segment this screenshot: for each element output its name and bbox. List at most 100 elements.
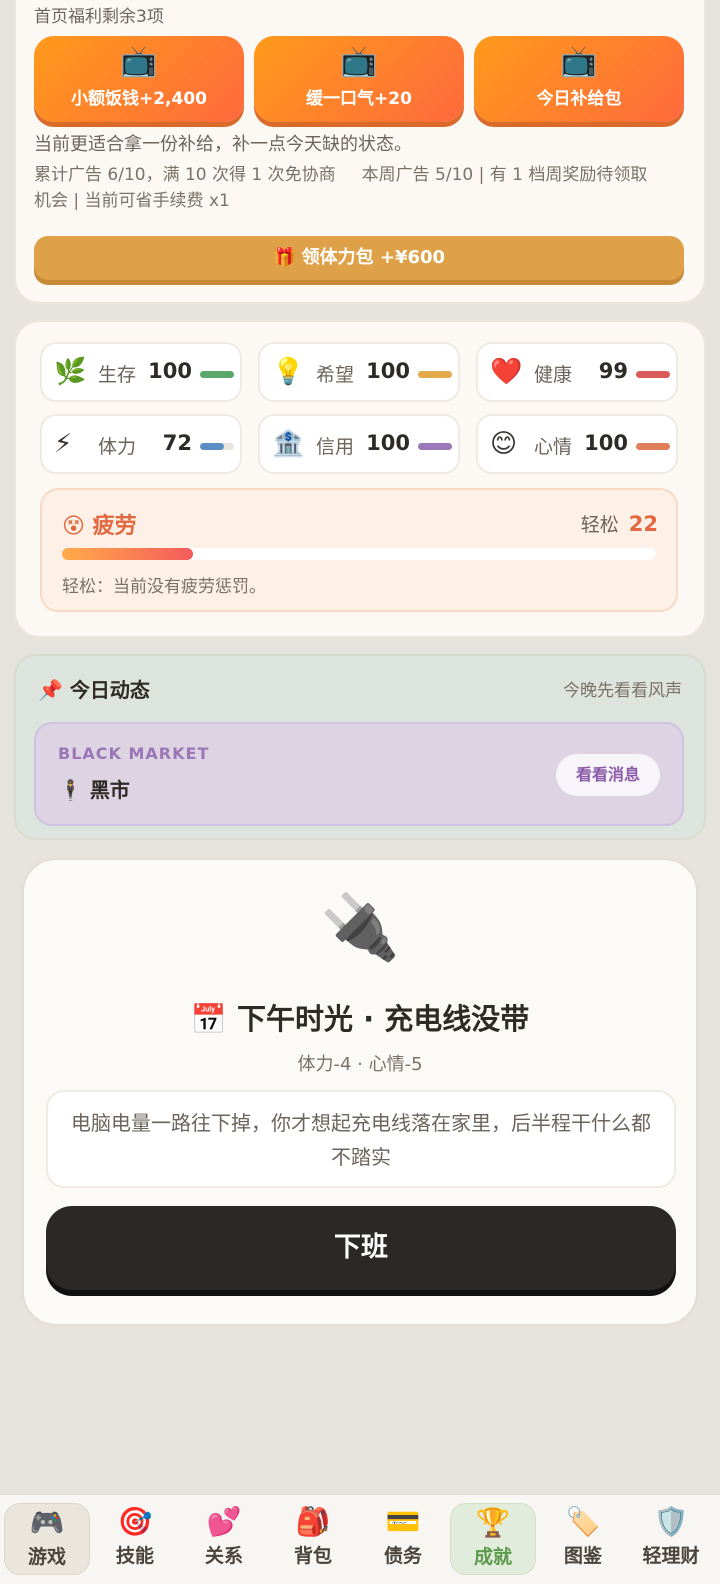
stat-value: 100: [366, 359, 410, 383]
bank-icon: 🏦: [272, 429, 305, 459]
pushpin-icon: 📌: [38, 678, 63, 702]
tv-icon: 📺: [340, 44, 378, 79]
welfare-title: 首页福利剩余3项: [34, 7, 164, 27]
tv-icon: 📺: [560, 44, 598, 79]
stat-name: 健康: [534, 364, 573, 386]
lightning-icon: ⚡: [54, 429, 73, 459]
nav-debt[interactable]: 💳 债务: [360, 1503, 446, 1575]
stat-bar-fill: [200, 371, 234, 378]
fatigue-panel: 😵 疲劳 轻松 22 轻松：当前没有疲劳惩罚。: [40, 488, 678, 612]
off-work-button[interactable]: 下班: [46, 1206, 676, 1290]
fatigue-description: 轻松：当前没有疲劳惩罚。: [62, 577, 266, 597]
gamepad-icon: 🎮: [29, 1506, 65, 1539]
stat-bar-fill: [636, 443, 670, 450]
lightbulb-icon: 💡: [272, 357, 305, 387]
today-news-panel: 📌 今日动态 今晚先看看风声 BLACK MARKET 🕴 黑市 看看消息: [14, 654, 706, 840]
ad-count-text: 累计广告 6/10，满 10 次得 1 次免协商: [34, 165, 336, 185]
event-effect: 体力-4 · 心情-5: [297, 1054, 423, 1075]
stat-health: ❤️ 健康 99: [476, 342, 678, 402]
stat-name: 生存: [98, 364, 137, 386]
event-title-text: 下午时光 · 充电线没带: [237, 1002, 530, 1036]
tv-icon: 📺: [120, 44, 158, 79]
credit-card-icon: 💳: [385, 1505, 421, 1538]
stat-stamina: ⚡ 体力 72: [40, 414, 242, 474]
two-hearts-icon: 💕: [206, 1505, 242, 1538]
nav-label: 债务: [383, 1545, 422, 1567]
news-subtitle: 今晚先看看风声: [563, 681, 682, 701]
stat-bar-fill: [636, 371, 670, 378]
fatigue-bar-fill: [62, 548, 193, 560]
welfare-ad-stats: 累计广告 6/10，满 10 次得 1 次免协商 本周广告 5/10 | 有 1 …: [34, 162, 684, 214]
stat-name: 心情: [534, 436, 573, 458]
news-title-label: 今日动态: [69, 678, 150, 702]
news-title: 📌 今日动态: [38, 674, 150, 703]
weekly-ad-text: 本周广告 5/10 | 有 1 档周奖励待领取: [361, 165, 648, 185]
stats-card: 🌿 生存 100 💡 希望 100 ❤️ 健康 99 ⚡ 体力 72 🏦 信用 …: [14, 320, 706, 638]
shield-icon: 🛡️: [653, 1505, 689, 1538]
ad-button-label: 小额饭钱+2,400: [70, 89, 208, 109]
nav-achievements[interactable]: 🏆 成就: [450, 1503, 536, 1575]
stat-value: 100: [148, 359, 192, 383]
fee-chance-text: 机会 | 当前可省手续费 x1: [34, 191, 230, 211]
welfare-description: 当前更适合拿一份补给，补一点今天缺的状态。: [34, 134, 412, 155]
stat-value: 72: [162, 431, 192, 455]
event-card: 🔌 📅 下午时光 · 充电线没带 体力-4 · 心情-5 电脑电量一路往下掉，你…: [22, 858, 698, 1326]
stat-bar: [418, 371, 452, 378]
trophy-icon: 🏆: [475, 1506, 511, 1539]
stat-bar: [418, 443, 452, 450]
stat-bar-fill: [200, 443, 225, 450]
tag-icon: 🏷️: [565, 1505, 601, 1538]
black-market-card[interactable]: BLACK MARKET 🕴 黑市 看看消息: [34, 722, 684, 826]
plug-icon: 🔌: [320, 891, 400, 965]
nav-skills[interactable]: 🎯 技能: [92, 1503, 178, 1575]
nav-game[interactable]: 🎮 游戏: [4, 1503, 90, 1575]
view-news-button[interactable]: 看看消息: [556, 754, 660, 796]
stat-name: 信用: [316, 436, 355, 458]
nav-label: 图鉴: [563, 1545, 602, 1567]
ad-button-label: 缓一口气+20: [306, 89, 412, 109]
nav-label: 游戏: [27, 1546, 66, 1568]
stat-bar: [200, 371, 234, 378]
backpack-icon: 🎒: [295, 1505, 331, 1538]
stat-survival: 🌿 生存 100: [40, 342, 242, 402]
heart-icon: ❤️: [490, 357, 523, 387]
calendar-icon: 📅: [190, 1002, 227, 1036]
stat-bar-fill: [418, 371, 452, 378]
leaf-icon: 🌿: [54, 357, 87, 387]
smile-icon: 😊: [490, 429, 518, 459]
stat-hope: 💡 希望 100: [258, 342, 460, 402]
stat-bar: [200, 443, 234, 450]
stat-bar-fill: [418, 443, 452, 450]
claim-energy-pack-button[interactable]: 🎁 领体力包 +¥600: [34, 236, 684, 280]
ad-meal-money-button[interactable]: 📺 小额饭钱+2,400: [34, 36, 244, 122]
stat-credit: 🏦 信用 100: [258, 414, 460, 474]
nav-finance[interactable]: 🛡️ 轻理财: [628, 1503, 714, 1575]
fatigue-label: 疲劳: [92, 514, 137, 539]
nav-label: 轻理财: [642, 1545, 700, 1567]
ad-button-label: 今日补给包: [536, 89, 622, 109]
nav-backpack[interactable]: 🎒 背包: [270, 1503, 356, 1575]
nav-collection[interactable]: 🏷️ 图鉴: [540, 1503, 626, 1575]
stat-value: 99: [598, 359, 628, 383]
fatigue-level-label: 轻松: [580, 514, 619, 536]
ad-daily-supply-button[interactable]: 📺 今日补给包: [474, 36, 684, 122]
nav-relations[interactable]: 💕 关系: [181, 1503, 267, 1575]
event-description: 电脑电量一路往下掉，你才想起充电线落在家里，后半程干什么都不踏实: [46, 1090, 676, 1188]
stat-name: 希望: [316, 364, 355, 386]
stat-bar: [636, 443, 670, 450]
fatigue-level: 轻松 22: [581, 510, 658, 537]
fatigue-bar: [62, 548, 656, 560]
fatigue-level-value: 22: [628, 512, 658, 536]
target-icon: 🎯: [117, 1505, 153, 1538]
stat-value: 100: [584, 431, 628, 455]
bottom-navigation: 🎮 游戏 🎯 技能 💕 关系 🎒 背包 💳 债务 🏆 成就 🏷️ 图鉴 🛡️ 轻…: [0, 1494, 720, 1584]
stat-mood: 😊 心情 100: [476, 414, 678, 474]
nav-label: 技能: [115, 1545, 154, 1567]
nav-label: 关系: [204, 1545, 243, 1567]
welfare-card: 首页福利剩余3项 📺 小额饭钱+2,400 📺 缓一口气+20 📺 今日补给包 …: [14, 0, 706, 304]
event-title: 📅 下午时光 · 充电线没带: [24, 996, 696, 1038]
black-market-title: 🕴 黑市: [58, 774, 130, 803]
stat-name: 体力: [98, 436, 137, 458]
ad-breather-button[interactable]: 📺 缓一口气+20: [254, 36, 464, 122]
stat-bar: [636, 371, 670, 378]
